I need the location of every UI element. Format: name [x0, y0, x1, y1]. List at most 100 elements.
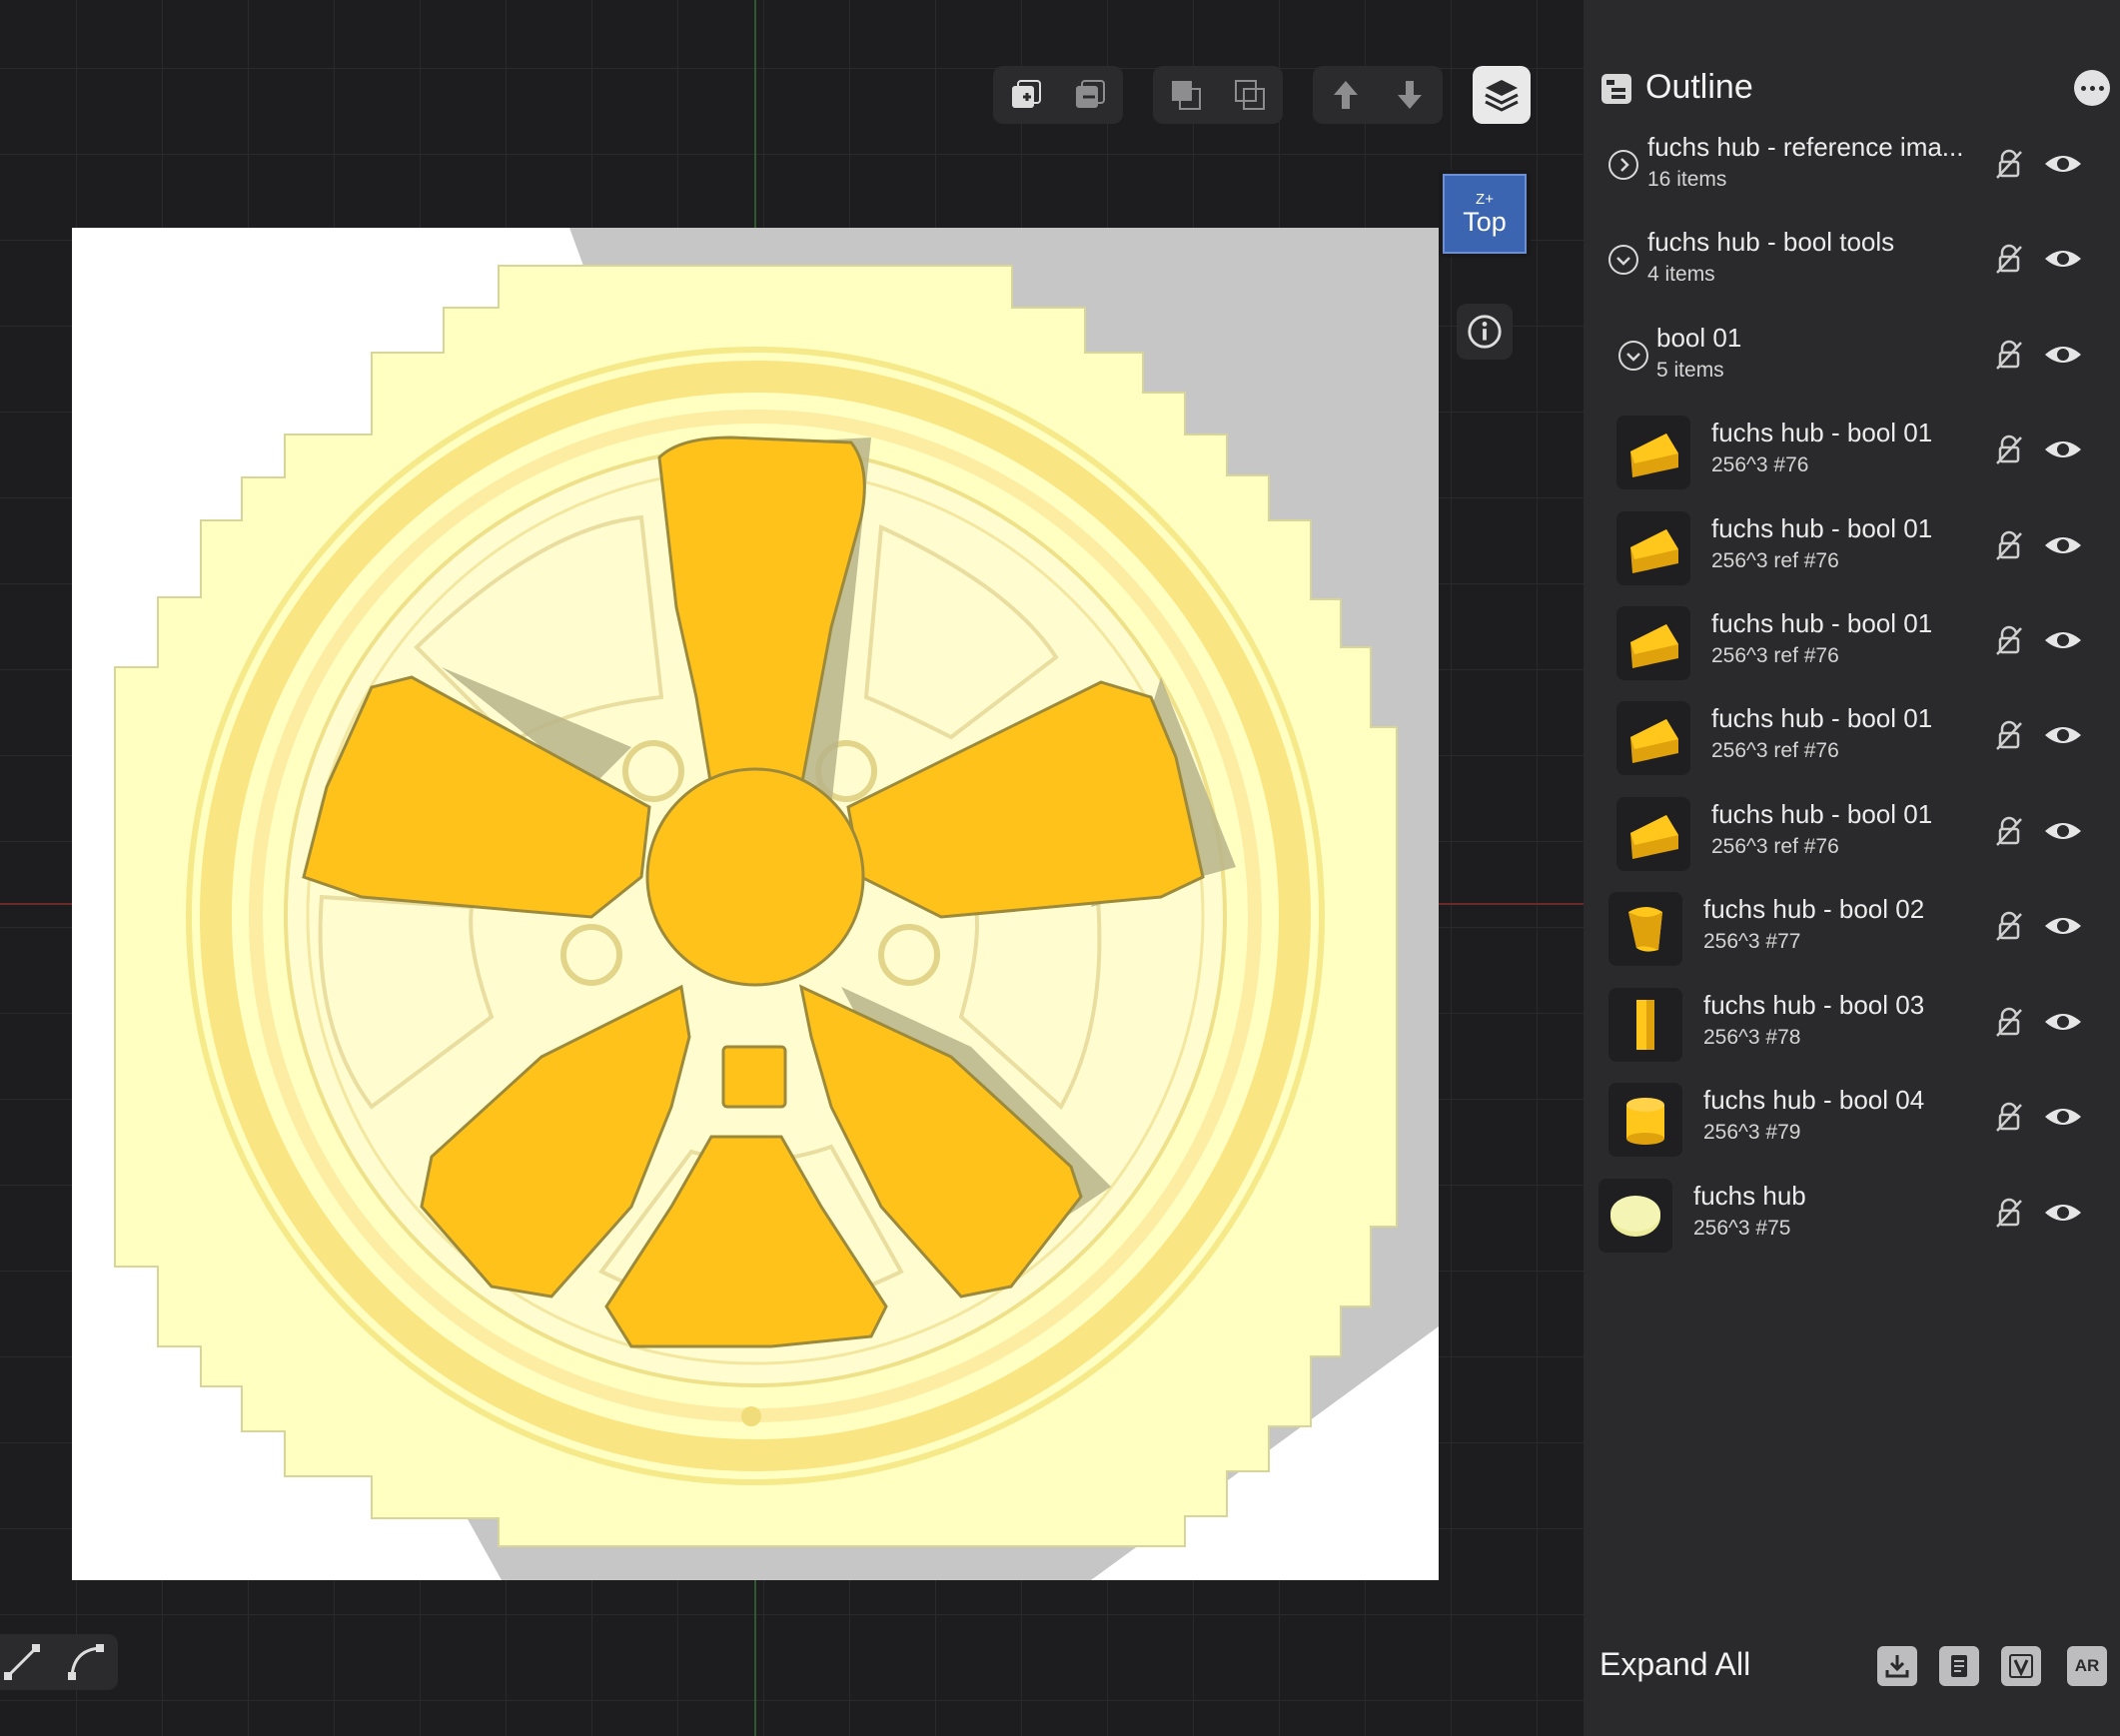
outline-row[interactable]: fuchs hub - bool 01 256^3 #76: [1584, 406, 2120, 500]
outline-row[interactable]: fuchs hub - bool 01 256^3 ref #76: [1584, 596, 2120, 691]
expand-all-button[interactable]: Expand All: [1599, 1646, 1750, 1683]
wedge-thumbnail: [1616, 416, 1690, 489]
line-tool-icon[interactable]: [2, 1642, 42, 1682]
chevron-down-icon[interactable]: [1618, 341, 1648, 371]
outline-row[interactable]: bool 01 5 items: [1584, 311, 2120, 406]
lock-icon[interactable]: [1993, 1101, 2025, 1133]
eye-icon[interactable]: [2043, 1006, 2083, 1038]
document-icon: [1951, 1655, 1967, 1677]
info-button[interactable]: [1457, 304, 1513, 360]
row-name: fuchs hub: [1693, 1181, 1806, 1211]
chevron-down-icon[interactable]: [1608, 245, 1638, 275]
outline-row[interactable]: fuchs hub - bool 02 256^3 #77: [1584, 882, 2120, 977]
lock-icon[interactable]: [1993, 815, 2025, 847]
curve-tool-icon[interactable]: [66, 1642, 106, 1682]
move-up-icon: [1334, 81, 1358, 109]
row-subtitle: 256^3 ref #76: [1711, 549, 1839, 572]
wedge-thumbnail: [1616, 797, 1690, 871]
outline-title: Outline: [1645, 68, 1753, 106]
outline-row[interactable]: fuchs hub 256^3 #75: [1584, 1169, 2120, 1264]
merge-icon: [1172, 81, 1201, 110]
layer-add-remove-group: [993, 66, 1123, 124]
eye-icon[interactable]: [2043, 624, 2083, 656]
eye-icon[interactable]: [2043, 148, 2083, 180]
row-name: fuchs hub - bool 01: [1711, 608, 1933, 638]
row-name: fuchs hub - bool 01: [1711, 799, 1933, 829]
lock-icon[interactable]: [1993, 624, 2025, 656]
outline-icon: [1601, 74, 1631, 104]
outline-row[interactable]: fuchs hub - reference ima... 16 items: [1584, 120, 2120, 215]
v-button[interactable]: [2001, 1646, 2041, 1686]
row-name: fuchs hub - bool 01: [1711, 418, 1933, 447]
model-render[interactable]: [72, 228, 1439, 1580]
move-down-icon: [1398, 81, 1422, 109]
row-subtitle: 256^3 #77: [1703, 930, 1801, 953]
eye-icon[interactable]: [2043, 1197, 2083, 1229]
wedge-thumbnail: [1616, 606, 1690, 680]
row-subtitle: 256^3 ref #76: [1711, 644, 1839, 667]
remove-layer-icon: [1076, 80, 1105, 108]
wedge-thumbnail: [1616, 701, 1690, 775]
viewport[interactable]: Z+ Top: [0, 0, 1584, 1736]
layers-icon: [1485, 80, 1519, 112]
eye-icon[interactable]: [2043, 815, 2083, 847]
view-cube[interactable]: Z+ Top: [1439, 170, 1531, 258]
eye-icon[interactable]: [2043, 434, 2083, 465]
eye-icon[interactable]: [2043, 243, 2083, 275]
outline-footer: Expand All AR: [1584, 1638, 2120, 1698]
row-subtitle: 256^3 #76: [1711, 453, 1809, 476]
eye-icon[interactable]: [2043, 910, 2083, 942]
lock-icon[interactable]: [1993, 1197, 2025, 1229]
more-options-button[interactable]: [2074, 70, 2110, 106]
add-layer-button[interactable]: [999, 70, 1053, 120]
row-name: bool 01: [1656, 323, 1742, 353]
outline-row[interactable]: fuchs hub - bool 04 256^3 #79: [1584, 1073, 2120, 1168]
lock-icon[interactable]: [1993, 339, 2025, 371]
merge-button[interactable]: [1159, 70, 1213, 120]
view-cube-label: Top: [1463, 206, 1507, 237]
chevron-right-icon[interactable]: [1608, 150, 1638, 180]
wedge-thumbnail: [1616, 511, 1690, 585]
row-name: fuchs hub - bool 01: [1711, 513, 1933, 543]
document-button[interactable]: [1939, 1646, 1979, 1686]
ar-label: AR: [2074, 1656, 2100, 1675]
outline-row[interactable]: fuchs hub - bool 01 256^3 ref #76: [1584, 691, 2120, 786]
ar-button[interactable]: AR: [2067, 1646, 2107, 1686]
layers-button[interactable]: [1473, 66, 1531, 124]
view-cube-axis: Z+: [1476, 190, 1494, 208]
outline-row[interactable]: fuchs hub - bool 01 256^3 ref #76: [1584, 501, 2120, 596]
lock-icon[interactable]: [1993, 1006, 2025, 1038]
subtract-button[interactable]: [1223, 70, 1277, 120]
eye-icon[interactable]: [2043, 1101, 2083, 1133]
row-subtitle: 256^3 #75: [1693, 1217, 1791, 1240]
eye-icon[interactable]: [2043, 339, 2083, 371]
view-cube-face[interactable]: Z+ Top: [1443, 174, 1527, 254]
move-down-button[interactable]: [1383, 70, 1437, 120]
lock-icon[interactable]: [1993, 529, 2025, 561]
lock-icon[interactable]: [1993, 910, 2025, 942]
move-up-button[interactable]: [1319, 70, 1373, 120]
add-layer-icon: [1012, 80, 1041, 108]
cylinder-thumbnail: [1608, 1083, 1682, 1157]
row-subtitle: 256^3 #79: [1703, 1121, 1801, 1144]
remove-layer-button[interactable]: [1063, 70, 1117, 120]
lock-icon[interactable]: [1993, 243, 2025, 275]
outline-row[interactable]: fuchs hub - bool 01 256^3 ref #76: [1584, 787, 2120, 882]
v-icon: [2009, 1654, 2033, 1678]
lock-icon[interactable]: [1993, 719, 2025, 751]
download-button[interactable]: [1877, 1646, 1917, 1686]
subtract-icon: [1235, 80, 1265, 110]
outline-row[interactable]: fuchs hub - bool 03 256^3 #78: [1584, 978, 2120, 1073]
lock-icon[interactable]: [1993, 434, 2025, 465]
row-subtitle: 256^3 ref #76: [1711, 835, 1839, 858]
info-icon: [1468, 315, 1502, 349]
bar-thumbnail: [1608, 988, 1682, 1062]
row-name: fuchs hub - bool 03: [1703, 990, 1925, 1020]
outline-panel: Outline fuchs hub - reference ima... 16 i…: [1584, 0, 2120, 1736]
lock-icon[interactable]: [1993, 148, 2025, 180]
row-name: fuchs hub - bool 02: [1703, 894, 1925, 924]
eye-icon[interactable]: [2043, 529, 2083, 561]
download-icon: [1885, 1655, 1909, 1678]
eye-icon[interactable]: [2043, 719, 2083, 751]
outline-row[interactable]: fuchs hub - bool tools 4 items: [1584, 215, 2120, 310]
